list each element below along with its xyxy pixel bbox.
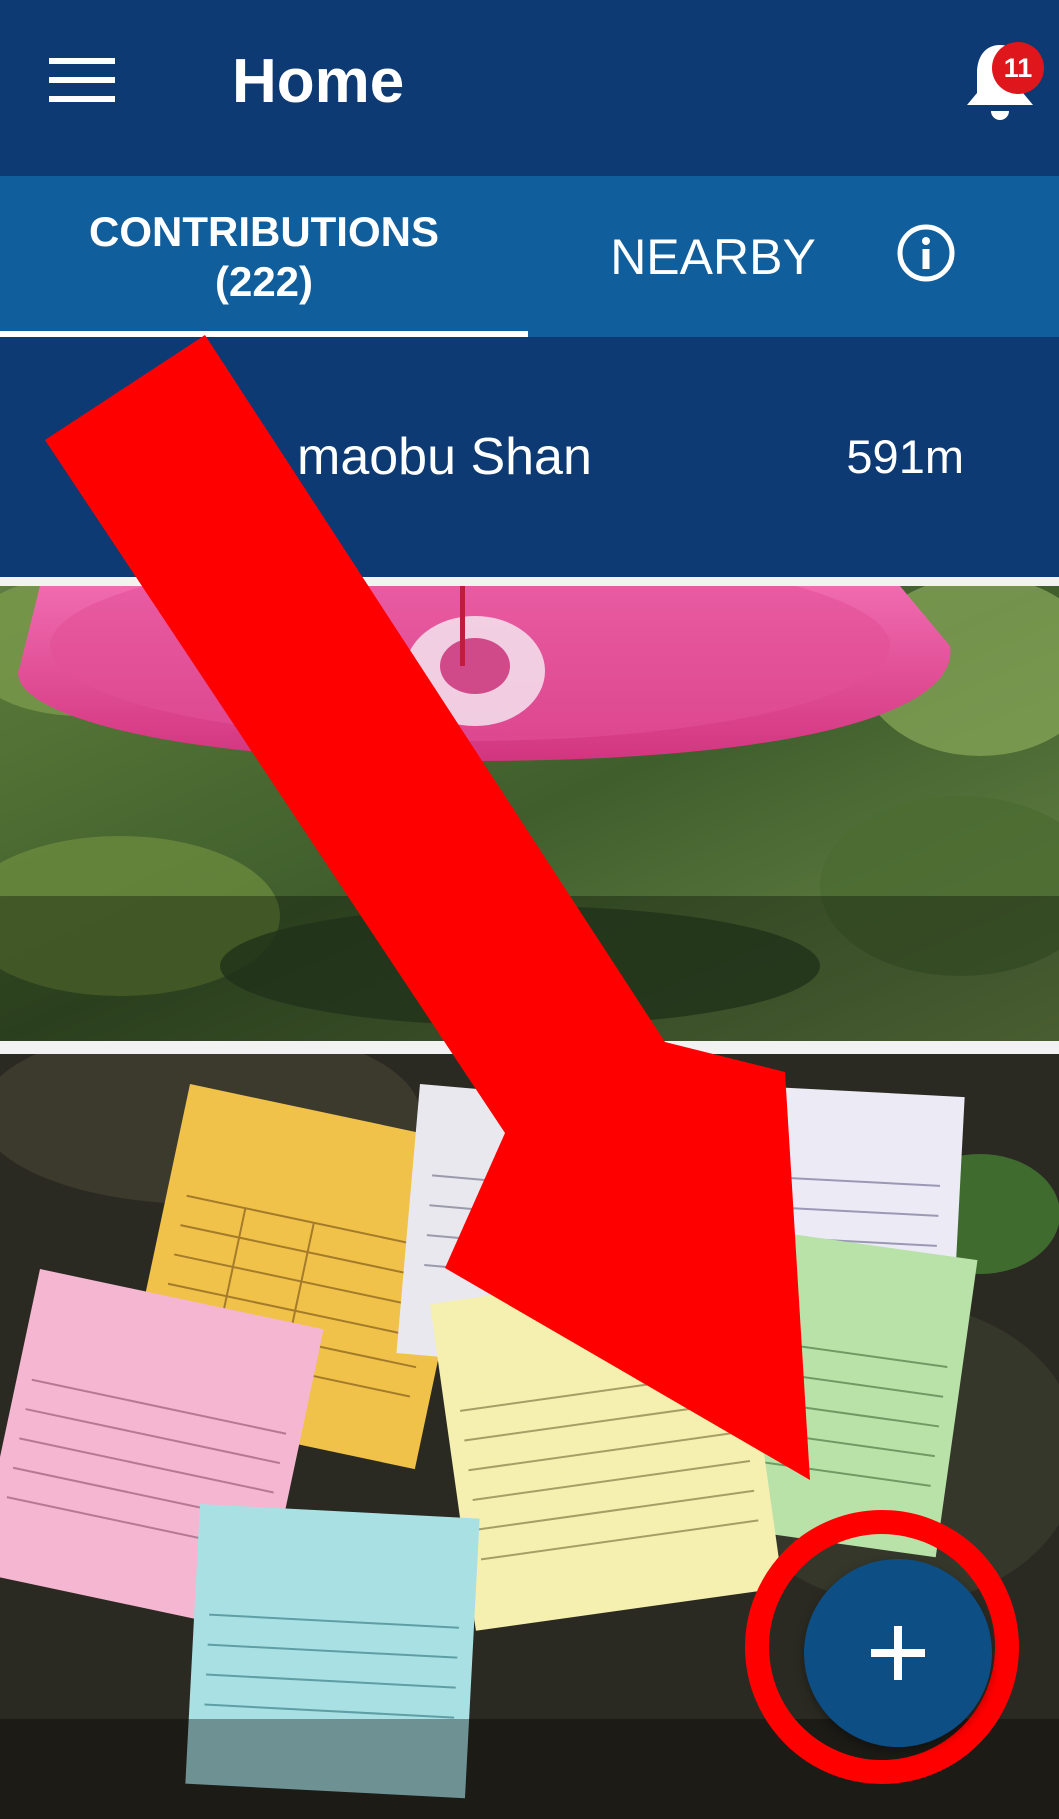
tab-contributions-label: CONTRIBUTIONS xyxy=(89,207,439,255)
page-title: Home xyxy=(232,47,405,116)
menu-button[interactable] xyxy=(32,40,132,120)
tab-nearby[interactable]: NEARBY xyxy=(528,176,898,337)
hamburger-menu-icon xyxy=(49,58,115,102)
nearby-place-distance: 591m xyxy=(846,430,964,483)
divider xyxy=(0,1041,1059,1054)
info-button[interactable] xyxy=(895,222,957,284)
app-bar: Home 11 xyxy=(0,0,1059,176)
add-contribution-button[interactable] xyxy=(804,1559,992,1747)
nearby-place-name: maobu Shan xyxy=(297,428,592,486)
contribution-photo-card[interactable] xyxy=(0,586,1059,1041)
tab-nearby-label: NEARBY xyxy=(610,228,816,285)
notification-count-badge: 11 xyxy=(992,42,1044,94)
app-screen: Home 11 CONTRIBUTIONS (222) NEARBY maobu… xyxy=(0,0,1059,1819)
contribution-photo xyxy=(0,586,1059,1041)
nearby-place-banner[interactable]: maobu Shan 591m xyxy=(0,337,1059,577)
info-circle-icon xyxy=(897,224,955,282)
tab-contributions[interactable]: CONTRIBUTIONS (222) xyxy=(0,176,528,337)
divider xyxy=(0,577,1059,586)
tab-contributions-count: (222) xyxy=(214,257,314,305)
plus-icon xyxy=(871,1626,925,1680)
